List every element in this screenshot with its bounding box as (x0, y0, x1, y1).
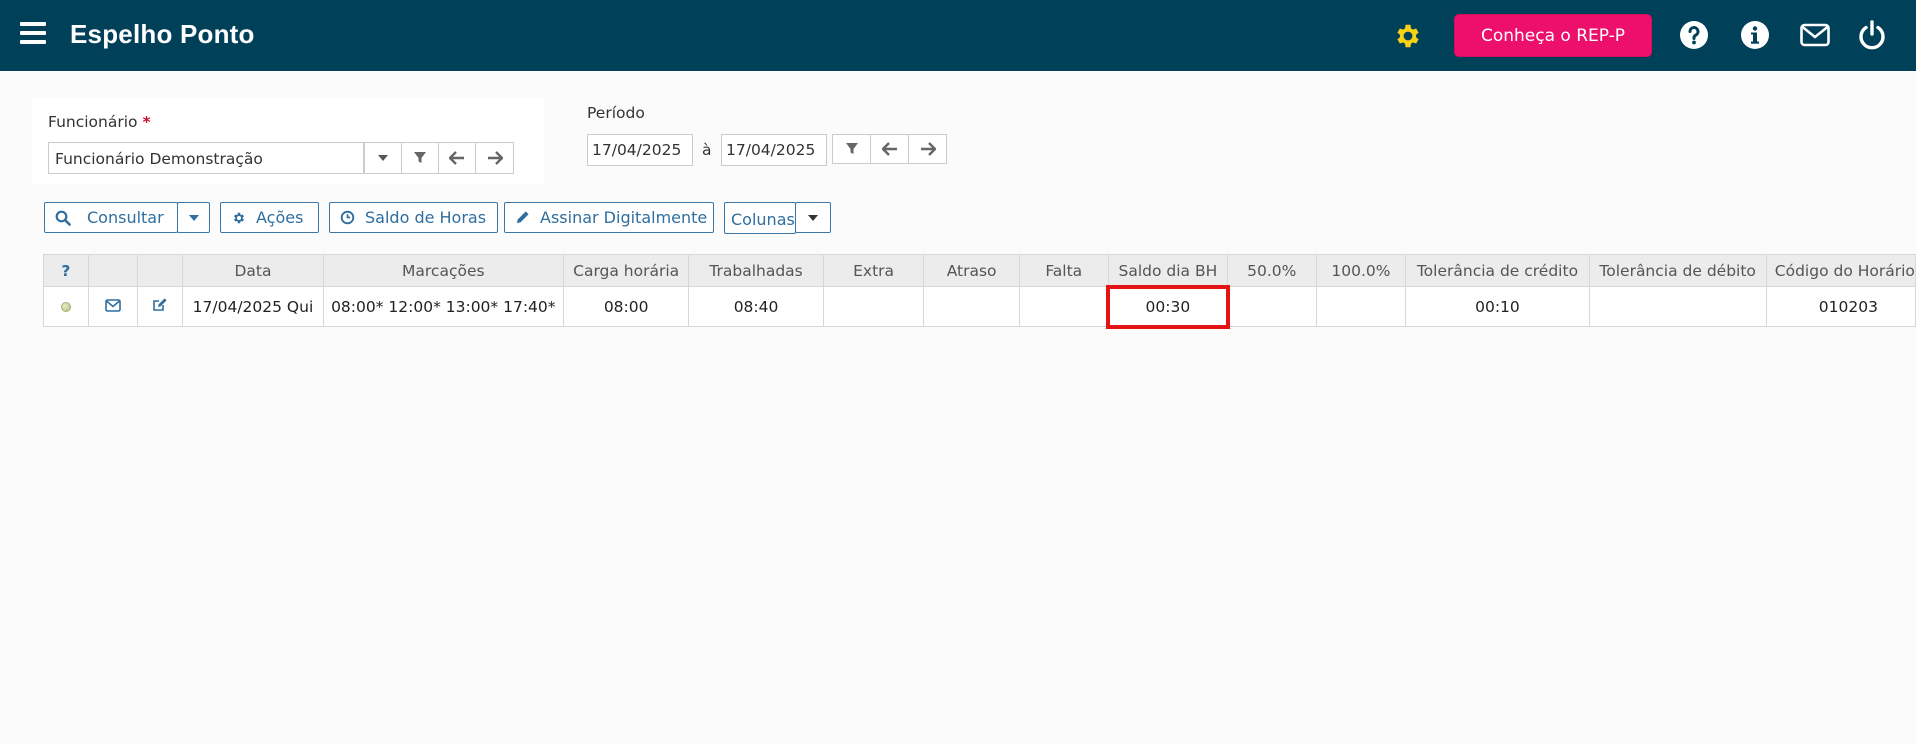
info-icon[interactable] (1739, 19, 1771, 51)
top-bar: Espelho Ponto Conheça o REP-P (0, 0, 1916, 71)
employee-label: Funcionário * (48, 113, 151, 131)
filter-icon (414, 152, 426, 163)
acoes-label: Ações (256, 208, 304, 227)
column-header-trabalhadas[interactable]: Trabalhadas (688, 254, 824, 287)
cell-trabalhadas: 08:40 (688, 286, 824, 327)
saldo-de-horas-label: Saldo de Horas (365, 208, 487, 227)
colunas-label: Colunas (731, 209, 795, 229)
consultar-dropdown-button[interactable] (177, 202, 210, 233)
help-column-header[interactable]: ? (43, 254, 89, 287)
help-icon[interactable] (1678, 19, 1710, 51)
employee-next-button[interactable] (475, 142, 514, 174)
column-header-carga-horaria[interactable]: Carga horária (563, 254, 690, 287)
menu-icon[interactable] (20, 22, 46, 46)
column-header-falta[interactable]: Falta (1018, 254, 1109, 287)
column-header-tolerancia-credito[interactable]: Tolerância de crédito (1405, 254, 1590, 287)
clock-icon (340, 210, 355, 225)
status-cell (43, 286, 89, 327)
ponto-table: ? Data Marcações Carga horária Trabalhad… (43, 254, 1916, 329)
cell-50-percent (1227, 286, 1317, 327)
column-header-tolerancia-debito[interactable]: Tolerância de débito (1588, 254, 1767, 287)
caret-down-icon (188, 214, 199, 221)
employee-previous-button[interactable] (438, 142, 476, 174)
power-icon[interactable] (1856, 19, 1888, 51)
edit-cell[interactable] (137, 286, 184, 327)
consultar-label: Consultar (87, 208, 164, 227)
acoes-button[interactable]: Ações (220, 202, 319, 233)
gear-icon[interactable] (1393, 21, 1423, 51)
arrow-left-icon (881, 142, 897, 156)
employee-filter-button[interactable] (401, 142, 439, 174)
column-header-extra[interactable]: Extra (822, 254, 925, 287)
cell-tolerancia-credito: 00:10 (1405, 286, 1590, 327)
assinar-digitalmente-label: Assinar Digitalmente (540, 208, 708, 227)
consultar-button[interactable]: Consultar (44, 202, 178, 233)
cell-falta (1018, 286, 1109, 327)
colunas-button[interactable]: Colunas (724, 202, 796, 234)
cell-tolerancia-debito (1588, 286, 1767, 327)
colunas-dropdown-button[interactable] (795, 202, 831, 233)
employee-dropdown-button[interactable] (364, 142, 402, 174)
arrow-left-icon (449, 151, 464, 165)
column-header-100-percent[interactable]: 100.0% (1315, 254, 1407, 287)
gear-icon (234, 212, 244, 223)
status-dot-icon (60, 301, 71, 312)
mail-icon[interactable] (1799, 19, 1831, 51)
mail-cell[interactable] (87, 286, 139, 327)
caret-down-icon (378, 155, 388, 161)
period-label: Período (587, 104, 645, 122)
cell-carga-horaria: 08:00 (563, 286, 690, 327)
date-separator: à (702, 141, 712, 159)
column-header-50-percent[interactable]: 50.0% (1227, 254, 1317, 287)
period-previous-button[interactable] (870, 134, 909, 164)
pencil-icon (516, 211, 529, 224)
arrow-right-icon (920, 142, 936, 156)
table-header-row: ? Data Marcações Carga horária Trabalhad… (43, 254, 1916, 287)
period-filter-button[interactable] (832, 134, 871, 164)
envelope-icon[interactable] (105, 298, 121, 312)
caret-down-icon (808, 214, 818, 221)
column-header-data[interactable]: Data (182, 254, 324, 287)
column-header-marcacoes[interactable]: Marcações (322, 254, 565, 287)
table-row[interactable]: 17/04/2025 Qui 08:00* 12:00* 13:00* 17:4… (43, 284, 1916, 329)
page-title: Espelho Ponto (70, 19, 255, 49)
cell-100-percent (1315, 286, 1407, 327)
cell-saldo-dia-bh: 00:30 (1106, 284, 1230, 329)
edit-icon[interactable] (152, 297, 168, 312)
search-icon (55, 210, 71, 226)
mail-column-header (87, 254, 139, 287)
conheca-rep-p-button[interactable]: Conheça o REP-P (1454, 14, 1652, 57)
cell-data: 17/04/2025 Qui (182, 286, 324, 327)
column-header-codigo-horario[interactable]: Código do Horário (1765, 254, 1916, 287)
employee-combobox[interactable]: Funcionário Demonstração (48, 142, 364, 174)
column-header-atraso[interactable]: Atraso (923, 254, 1020, 287)
assinar-digitalmente-button[interactable]: Assinar Digitalmente (504, 202, 714, 233)
filter-icon (845, 143, 858, 154)
edit-column-header (137, 254, 184, 287)
period-next-button[interactable] (908, 134, 947, 164)
cell-marcacoes: 08:00* 12:00* 13:00* 17:40* (322, 286, 565, 327)
arrow-right-icon (487, 151, 503, 165)
saldo-de-horas-button[interactable]: Saldo de Horas (329, 202, 498, 233)
cell-atraso (923, 286, 1020, 327)
date-from-input[interactable]: 17/04/2025 (587, 134, 693, 166)
column-header-saldo-dia-bh[interactable]: Saldo dia BH (1107, 254, 1229, 287)
date-to-input[interactable]: 17/04/2025 (721, 134, 827, 166)
cell-extra (822, 286, 925, 327)
cell-codigo-horario: 010203 (1765, 286, 1916, 327)
